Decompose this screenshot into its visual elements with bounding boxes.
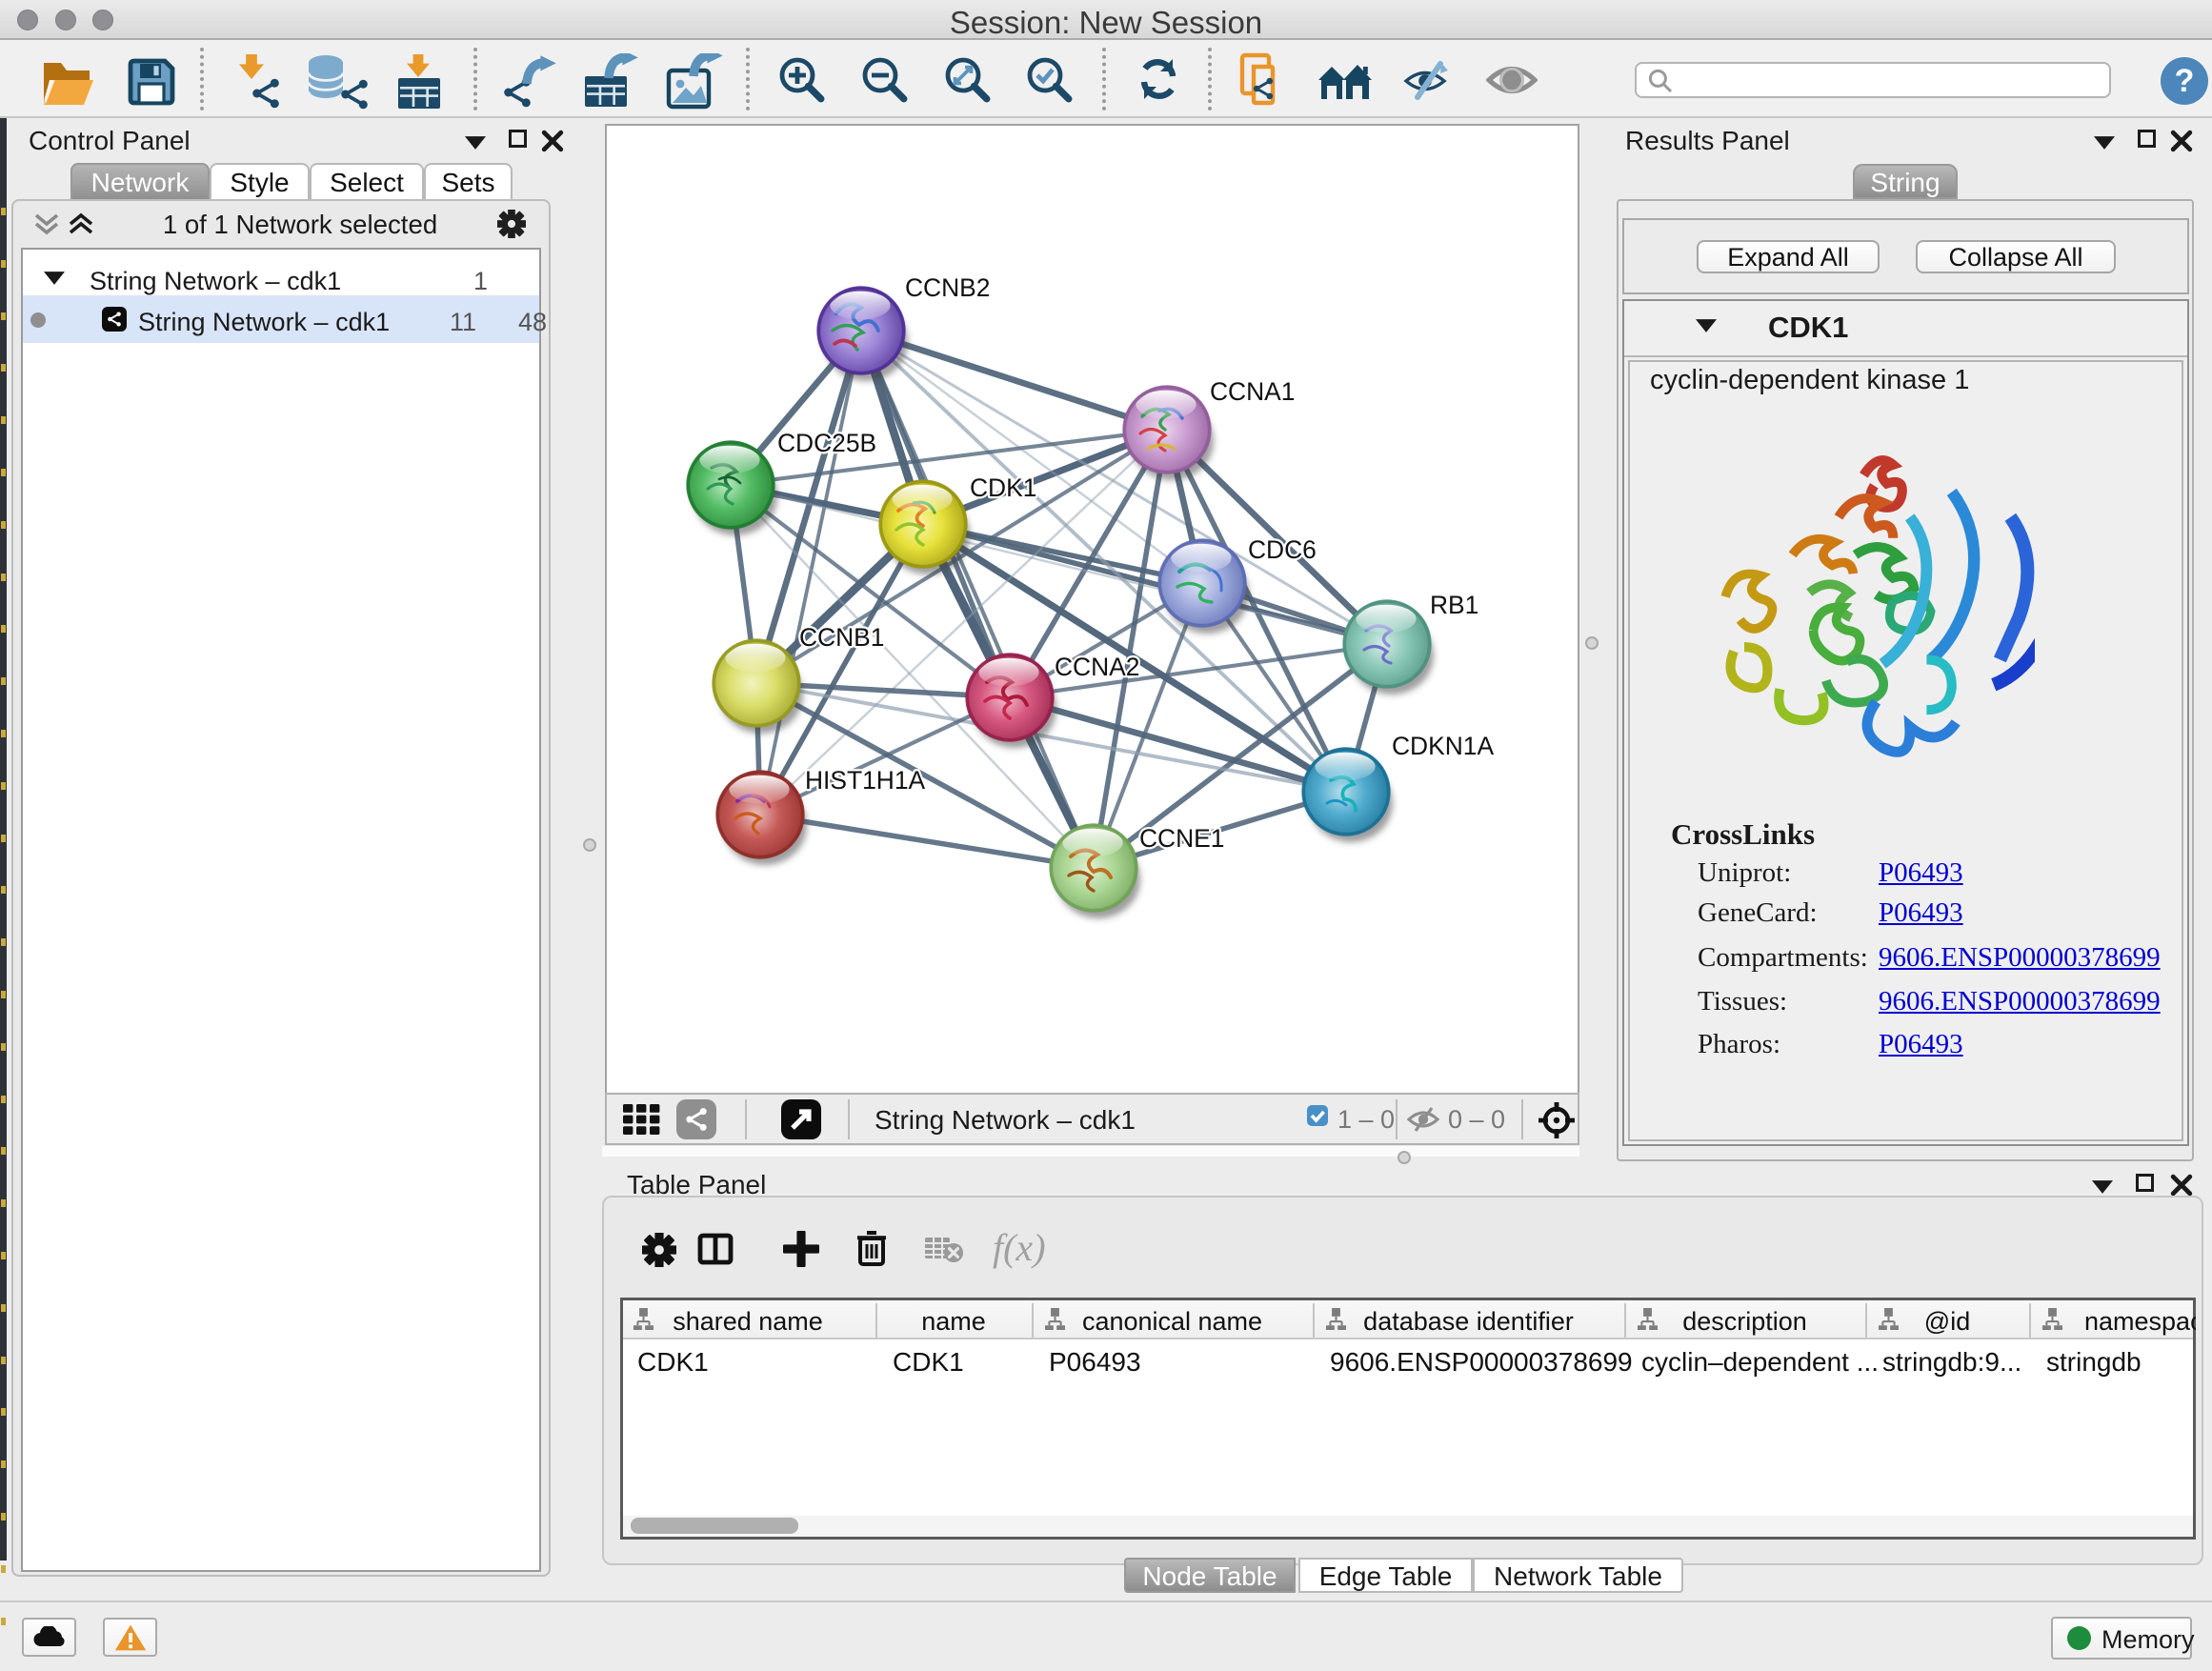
svg-text:HIST1H1A: HIST1H1A <box>805 766 926 795</box>
svg-text:CCNB2: CCNB2 <box>905 273 990 302</box>
svg-text:CCNA1: CCNA1 <box>1210 377 1295 406</box>
svg-text:RB1: RB1 <box>1430 591 1478 619</box>
svg-text:CDC6: CDC6 <box>1248 535 1317 564</box>
svg-text:CDKN1A: CDKN1A <box>1392 732 1494 760</box>
svg-text:CDC25B: CDC25B <box>777 429 876 457</box>
svg-text:CCNA2: CCNA2 <box>1055 653 1139 681</box>
svg-text:CDK1: CDK1 <box>970 473 1036 502</box>
svg-text:CCNE1: CCNE1 <box>1139 824 1224 853</box>
svg-text:CCNB1: CCNB1 <box>799 623 884 652</box>
